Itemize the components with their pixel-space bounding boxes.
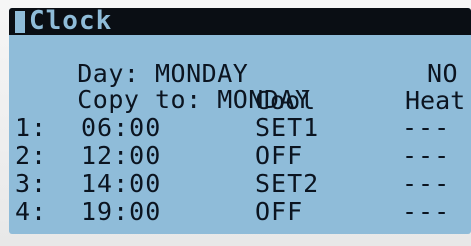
row-heat-setting[interactable]: --- xyxy=(402,199,450,225)
screen-title: Clock xyxy=(29,8,113,36)
title-bar: Clock xyxy=(9,8,471,36)
row-index: 4: xyxy=(15,197,48,226)
lcd-screen: Clock Day: MONDAY Copy to: MONDAY NO Coo… xyxy=(9,8,471,234)
row-cool-setting[interactable]: OFF xyxy=(255,199,303,225)
row-cool-setting[interactable]: OFF xyxy=(255,143,303,169)
row-time[interactable]: 14:00 xyxy=(81,171,161,197)
row-heat-setting[interactable]: --- xyxy=(402,115,450,141)
copy-flag[interactable]: NO xyxy=(427,61,458,87)
cursor-block xyxy=(15,11,25,33)
heat-column-header: Heat xyxy=(405,86,466,115)
row-index: 1: xyxy=(15,113,48,142)
row-heat-setting[interactable]: --- xyxy=(402,143,450,169)
row-cool-setting[interactable]: SET2 xyxy=(255,171,319,197)
row-heat-setting[interactable]: --- xyxy=(402,171,450,197)
row-time[interactable]: 12:00 xyxy=(81,143,161,169)
cool-column-header: Cool xyxy=(255,86,316,115)
row-index: 3: xyxy=(15,169,48,198)
copy-to-label: Copy to: xyxy=(77,85,202,114)
row-time[interactable]: 06:00 xyxy=(81,115,161,141)
row-time[interactable]: 19:00 xyxy=(81,199,161,225)
row-index: 2: xyxy=(15,141,48,170)
row-cool-setting[interactable]: SET1 xyxy=(255,115,319,141)
